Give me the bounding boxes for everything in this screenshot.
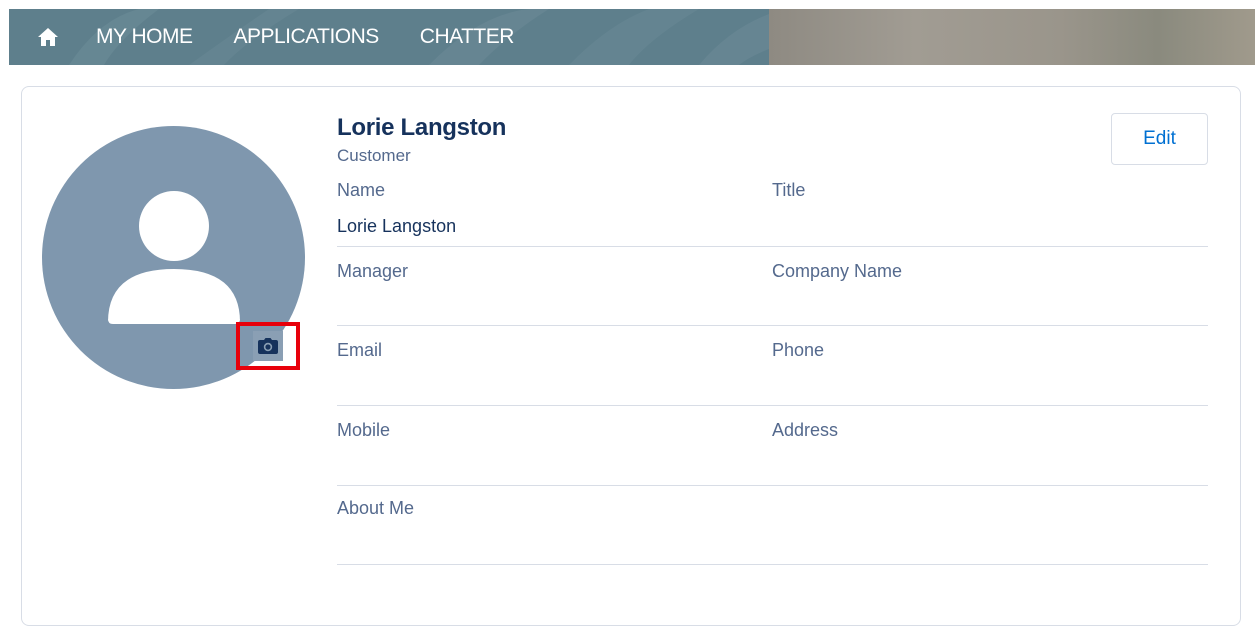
nav-item-applications[interactable]: APPLICATIONS bbox=[233, 25, 379, 49]
phone-label: Phone bbox=[772, 340, 825, 360]
nav-item-chatter[interactable]: CHATTER bbox=[420, 25, 515, 49]
edit-button[interactable]: Edit bbox=[1111, 113, 1208, 165]
title-label: Title bbox=[772, 180, 806, 200]
name-label: Name bbox=[337, 180, 386, 200]
address-label: Address bbox=[772, 420, 839, 440]
field-divider bbox=[337, 564, 1208, 565]
field-divider bbox=[337, 246, 1208, 247]
mobile-label: Mobile bbox=[337, 420, 391, 440]
manager-label: Manager bbox=[337, 261, 409, 281]
top-navigation-bar: MY HOME APPLICATIONS CHATTER bbox=[9, 9, 1255, 65]
profile-name: Lorie Langston bbox=[337, 114, 507, 141]
name-value: Lorie Langston bbox=[337, 216, 457, 236]
nav-item-my-home[interactable]: MY HOME bbox=[96, 25, 193, 49]
email-label: Email bbox=[337, 340, 383, 360]
profile-type: Customer bbox=[337, 146, 411, 165]
nav-background-photo bbox=[769, 9, 1255, 65]
home-icon[interactable] bbox=[37, 26, 59, 48]
about-me-label: About Me bbox=[337, 498, 415, 518]
company-name-label: Company Name bbox=[772, 261, 903, 281]
field-divider bbox=[337, 405, 1208, 406]
field-divider bbox=[337, 325, 1208, 326]
change-photo-button[interactable] bbox=[236, 322, 300, 370]
camera-icon bbox=[253, 331, 283, 361]
field-divider bbox=[337, 485, 1208, 486]
